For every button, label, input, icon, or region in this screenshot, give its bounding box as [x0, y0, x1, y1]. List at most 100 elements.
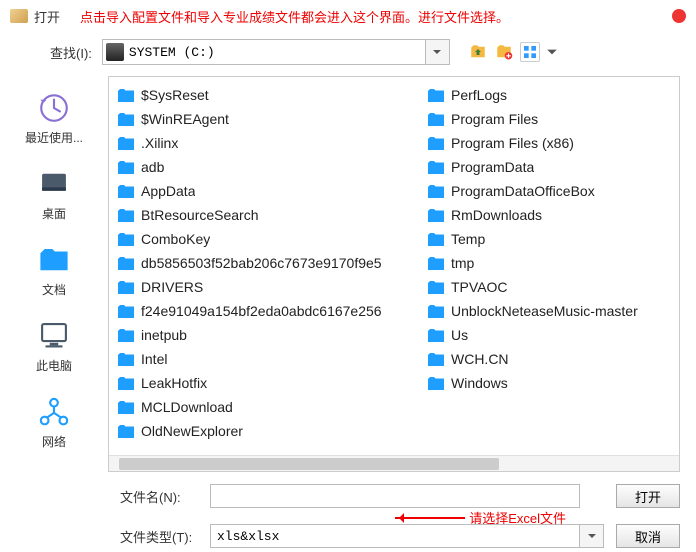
sidebar-label: 文档 [42, 281, 66, 298]
folder-icon [427, 208, 445, 223]
sidebar-label: 此电脑 [36, 357, 72, 374]
folder-icon [117, 424, 135, 439]
folder-item[interactable]: Windows [425, 371, 679, 395]
folder-name: BtResourceSearch [141, 207, 259, 223]
filename-label: 文件名(N): [120, 487, 210, 506]
folder-item[interactable]: DRIVERS [115, 275, 425, 299]
folder-name: RmDownloads [451, 207, 542, 223]
folder-name: db5856503f52bab206c7673e9170f9e5 [141, 255, 382, 271]
folder-item[interactable]: AppData [115, 179, 425, 203]
recent-icon [36, 90, 72, 126]
sidebar-item-documents[interactable]: 文档 [36, 242, 72, 298]
folder-name: f24e91049a154bf2eda0abdc6167e256 [141, 303, 382, 319]
folder-name: AppData [141, 183, 195, 199]
folder-icon [117, 328, 135, 343]
new-folder-icon[interactable] [494, 42, 514, 62]
view-options-icon[interactable] [520, 42, 540, 62]
folder-item[interactable]: f24e91049a154bf2eda0abdc6167e256 [115, 299, 425, 323]
folder-item[interactable]: tmp [425, 251, 679, 275]
folder-item[interactable]: adb [115, 155, 425, 179]
view-dropdown-icon[interactable] [546, 42, 558, 62]
filename-input[interactable] [210, 484, 580, 508]
filetype-dropdown[interactable] [580, 524, 604, 548]
filetype-annotation: 请选择Excel文件 [395, 508, 566, 527]
folder-name: TPVAOC [451, 279, 508, 295]
folder-name: Windows [451, 375, 508, 391]
filetype-input[interactable] [210, 524, 580, 548]
folder-item[interactable]: MCLDownload [115, 395, 425, 419]
folder-name: MCLDownload [141, 399, 233, 415]
folder-item[interactable]: RmDownloads [425, 203, 679, 227]
file-list[interactable]: $SysReset $WinREAgent .Xilinxadb AppData BtR… [109, 77, 679, 455]
app-icon [10, 9, 28, 23]
folder-item[interactable]: Temp [425, 227, 679, 251]
sidebar-item-network[interactable]: 网络 [36, 394, 72, 450]
documents-icon [36, 242, 72, 278]
folder-item[interactable]: Us [425, 323, 679, 347]
folder-icon [117, 184, 135, 199]
folder-item[interactable]: $WinREAgent [115, 107, 425, 131]
folder-item[interactable]: UnblockNeteaseMusic-master [425, 299, 679, 323]
folder-name: ComboKey [141, 231, 210, 247]
folder-icon [427, 88, 445, 103]
folder-icon [427, 112, 445, 127]
folder-name: Program Files [451, 111, 538, 127]
folder-item[interactable]: db5856503f52bab206c7673e9170f9e5 [115, 251, 425, 275]
folder-icon [117, 136, 135, 151]
red-dot-indicator [672, 9, 686, 23]
folder-item[interactable]: TPVAOC [425, 275, 679, 299]
folder-name: inetpub [141, 327, 187, 343]
folder-item[interactable]: OldNewExplorer [115, 419, 425, 443]
folder-item[interactable]: WCH.CN [425, 347, 679, 371]
horizontal-scrollbar[interactable] [109, 455, 679, 471]
open-button[interactable]: 打开 [616, 484, 680, 508]
folder-name: Intel [141, 351, 167, 367]
cancel-button[interactable]: 取消 [616, 524, 680, 548]
lookin-combo[interactable]: SYSTEM (C:) [102, 39, 426, 65]
folder-item[interactable]: inetpub [115, 323, 425, 347]
folder-icon [117, 304, 135, 319]
folder-icon [117, 160, 135, 175]
folder-item[interactable]: LeakHotfix [115, 371, 425, 395]
folder-icon [117, 208, 135, 223]
folder-icon [427, 160, 445, 175]
folder-item[interactable]: ProgramDataOfficeBox [425, 179, 679, 203]
folder-name: PerfLogs [451, 87, 507, 103]
folder-item[interactable]: .Xilinx [115, 131, 425, 155]
scrollbar-thumb[interactable] [119, 458, 499, 470]
lookin-dropdown[interactable] [426, 39, 450, 65]
desktop-icon [36, 166, 72, 202]
folder-item[interactable]: ComboKey [115, 227, 425, 251]
folder-icon [427, 280, 445, 295]
folder-name: ProgramDataOfficeBox [451, 183, 595, 199]
folder-name: WCH.CN [451, 351, 509, 367]
folder-name: Temp [451, 231, 485, 247]
folder-icon [117, 400, 135, 415]
sidebar-item-desktop[interactable]: 桌面 [36, 166, 72, 222]
sidebar-item-computer[interactable]: 此电脑 [36, 318, 72, 374]
up-folder-icon[interactable] [468, 42, 488, 62]
folder-item[interactable]: $SysReset [115, 83, 425, 107]
network-icon [36, 394, 72, 430]
folder-name: $WinREAgent [141, 111, 229, 127]
folder-item[interactable]: Program Files (x86) [425, 131, 679, 155]
folder-icon [427, 352, 445, 367]
folder-icon [427, 256, 445, 271]
folder-name: DRIVERS [141, 279, 203, 295]
folder-icon [117, 280, 135, 295]
folder-icon [117, 376, 135, 391]
folder-item[interactable]: ProgramData [425, 155, 679, 179]
computer-icon [36, 318, 72, 354]
folder-item[interactable]: BtResourceSearch [115, 203, 425, 227]
sidebar-item-recent[interactable]: 最近使用... [25, 90, 83, 146]
folder-icon [117, 232, 135, 247]
folder-icon [427, 328, 445, 343]
folder-item[interactable]: Program Files [425, 107, 679, 131]
folder-item[interactable]: PerfLogs [425, 83, 679, 107]
folder-name: LeakHotfix [141, 375, 207, 391]
folder-name: OldNewExplorer [141, 423, 243, 439]
lookin-label: 查找(I): [50, 43, 92, 62]
window-title: 打开 [34, 7, 60, 26]
folder-item[interactable]: Intel [115, 347, 425, 371]
folder-icon [117, 256, 135, 271]
